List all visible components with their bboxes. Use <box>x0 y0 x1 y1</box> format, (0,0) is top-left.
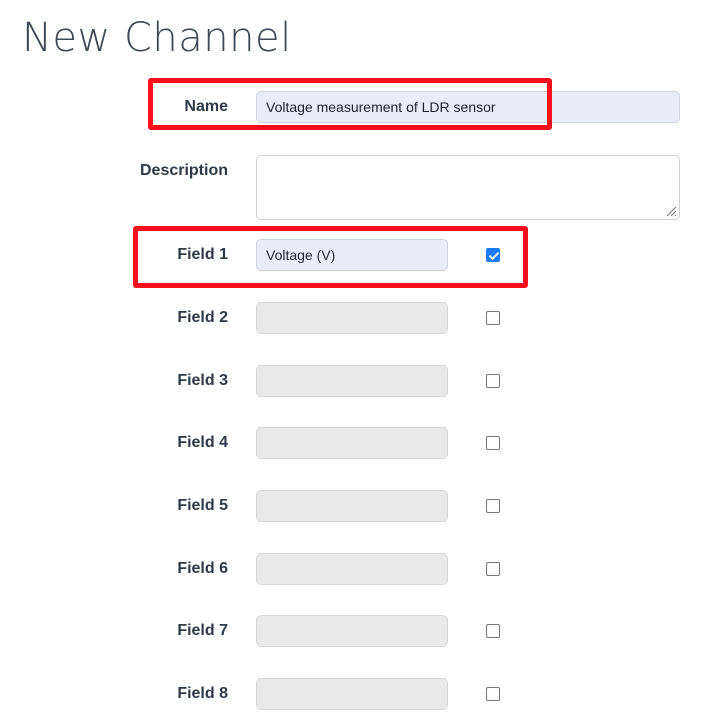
field-7-label: Field 7 <box>177 622 228 639</box>
field-5-input[interactable] <box>256 490 448 522</box>
field-6-checkbox[interactable] <box>486 562 500 576</box>
name-label: Name <box>184 98 228 115</box>
field-8-label: Field 8 <box>177 685 228 702</box>
field-7-checkbox[interactable] <box>486 624 500 638</box>
field-2-input[interactable] <box>256 302 448 334</box>
field-6-input[interactable] <box>256 553 448 585</box>
form-row-field-4: Field 4 <box>0 420 710 466</box>
field-3-checkbox[interactable] <box>486 374 500 388</box>
form-row-field-1: Field 1 <box>0 232 710 278</box>
form-row-field-6: Field 6 <box>0 546 710 592</box>
form-row-field-3: Field 3 <box>0 358 710 404</box>
field-6-label: Field 6 <box>177 560 228 577</box>
field-2-checkbox[interactable] <box>486 311 500 325</box>
form-row-field-7: Field 7 <box>0 608 710 654</box>
form-row-name: Name <box>0 84 710 130</box>
page-title: New Channel <box>22 15 292 61</box>
field-1-label: Field 1 <box>177 246 228 263</box>
field-7-input[interactable] <box>256 615 448 647</box>
field-8-input[interactable] <box>256 678 448 710</box>
form-row-field-8: Field 8 <box>0 671 710 717</box>
field-3-label: Field 3 <box>177 372 228 389</box>
field-5-label: Field 5 <box>177 497 228 514</box>
name-input[interactable] <box>256 91 680 123</box>
field-4-checkbox[interactable] <box>486 436 500 450</box>
description-textarea[interactable] <box>256 155 680 220</box>
field-5-checkbox[interactable] <box>486 499 500 513</box>
field-4-label: Field 4 <box>177 434 228 451</box>
field-3-input[interactable] <box>256 365 448 397</box>
field-1-checkbox[interactable] <box>486 248 500 262</box>
description-label: Description <box>139 162 228 179</box>
form-row-description: Description <box>0 148 710 228</box>
field-1-input[interactable] <box>256 239 448 271</box>
form-row-field-2: Field 2 <box>0 295 710 341</box>
field-2-label: Field 2 <box>177 309 228 326</box>
field-4-input[interactable] <box>256 427 448 459</box>
form-row-field-5: Field 5 <box>0 483 710 529</box>
field-8-checkbox[interactable] <box>486 687 500 701</box>
